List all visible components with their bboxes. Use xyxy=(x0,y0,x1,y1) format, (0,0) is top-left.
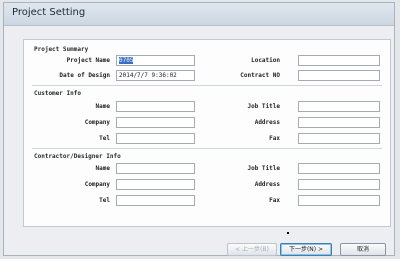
project-name-label: Project Name xyxy=(66,57,110,64)
contractor-name-field[interactable] xyxy=(116,163,195,174)
section-customer-info: Customer Info xyxy=(34,90,81,97)
customer-name-label: Name xyxy=(95,103,110,110)
cancel-button[interactable]: 取消 xyxy=(340,243,386,256)
contractor-job-title-label: Job Title xyxy=(247,165,280,172)
contractor-company-field[interactable] xyxy=(116,179,195,190)
step-indicator-dot xyxy=(287,232,289,234)
title-bar: Project Setting xyxy=(4,3,394,26)
contractor-tel-field[interactable] xyxy=(116,195,195,206)
contractor-fax-label: Fax xyxy=(269,197,280,204)
customer-address-field[interactable] xyxy=(298,117,380,128)
form-panel: Project Summary Project Name 0705 Locati… xyxy=(23,39,391,227)
date-of-design-field[interactable]: 2014/7/7 9:36:02 xyxy=(116,70,195,81)
location-label: Location xyxy=(251,57,280,64)
project-name-field[interactable]: 0705 xyxy=(116,55,195,66)
customer-address-label: Address xyxy=(254,119,280,126)
contractor-company-label: Company xyxy=(84,181,110,188)
customer-fax-label: Fax xyxy=(269,135,280,142)
section-contractor-info: Contractor/Designer Info xyxy=(34,153,121,160)
location-field[interactable] xyxy=(298,55,380,66)
contract-no-field[interactable] xyxy=(298,70,380,81)
date-of-design-label: Date of Design xyxy=(59,72,110,79)
contractor-job-title-field[interactable] xyxy=(298,163,380,174)
project-name-value: 0705 xyxy=(119,57,134,64)
customer-tel-field[interactable] xyxy=(116,133,195,144)
customer-job-title-label: Job Title xyxy=(247,103,280,110)
customer-company-field[interactable] xyxy=(116,117,195,128)
contract-no-label: Contract NO xyxy=(240,72,280,79)
customer-name-field[interactable] xyxy=(116,101,195,112)
back-button[interactable]: < 上一步(B) xyxy=(227,243,277,256)
section-project-summary: Project Summary xyxy=(34,46,89,53)
customer-fax-field[interactable] xyxy=(298,133,380,144)
contractor-address-label: Address xyxy=(254,181,280,188)
window-title: Project Setting xyxy=(12,7,86,18)
next-button[interactable]: 下一步(N) > xyxy=(280,243,332,256)
contractor-name-label: Name xyxy=(95,165,110,172)
contractor-fax-field[interactable] xyxy=(298,195,380,206)
customer-company-label: Company xyxy=(84,119,110,126)
separator xyxy=(32,85,382,86)
separator xyxy=(32,148,382,149)
customer-job-title-field[interactable] xyxy=(298,101,380,112)
customer-tel-label: Tel xyxy=(99,135,110,142)
contractor-tel-label: Tel xyxy=(99,197,110,204)
project-setting-window: Project Setting Project Summary Project … xyxy=(3,2,395,256)
contractor-address-field[interactable] xyxy=(298,179,380,190)
